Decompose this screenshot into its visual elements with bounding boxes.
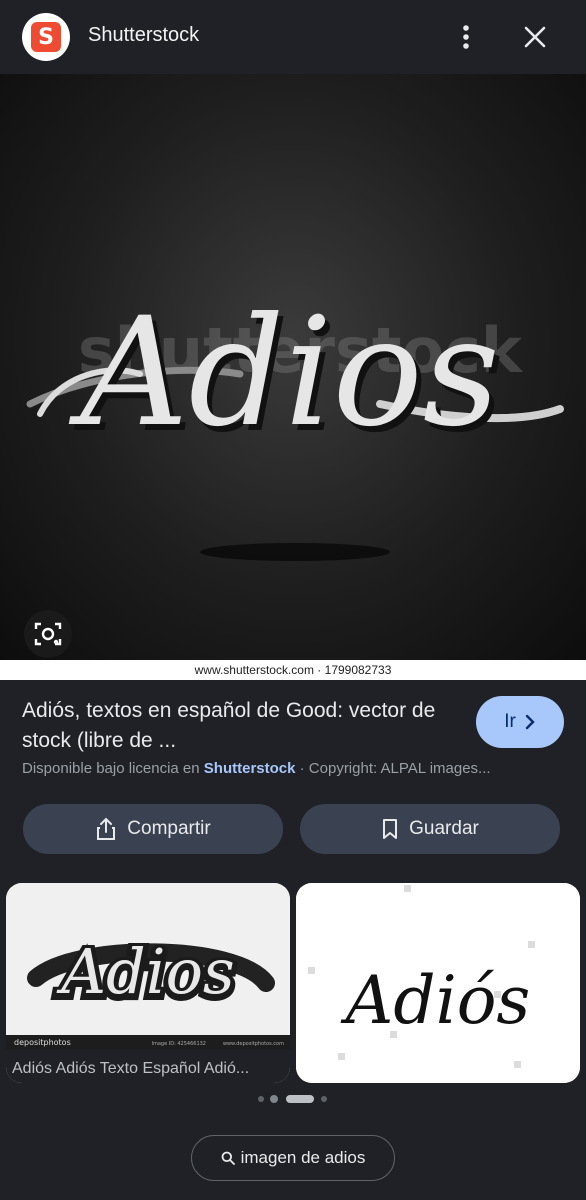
pager-dot (258, 1096, 264, 1102)
related-search-button[interactable]: imagen de adios (191, 1135, 395, 1181)
close-icon[interactable] (518, 20, 552, 54)
related-card-caption[interactable]: Adiós Adiós Texto Español Adió... (12, 1060, 286, 1078)
shutterstock-logo-icon: S (31, 22, 61, 52)
save-label: Guardar (409, 818, 479, 839)
pager-dot (270, 1095, 278, 1103)
license-prefix: Disponible bajo licencia en (22, 760, 204, 777)
lens-button[interactable] (24, 610, 72, 658)
related-card[interactable]: Adios Adios depositphotos Image ID: 4254… (6, 883, 290, 1083)
adios-lettering-art: shutterstock Adios Adios (26, 286, 564, 561)
license-line: Disponible bajo licencia en Shutterstock… (22, 760, 567, 777)
license-source-link[interactable]: Shutterstock (204, 760, 296, 777)
main-image[interactable]: shutterstock Adios Adios (0, 74, 586, 660)
go-button[interactable]: Ir (476, 696, 564, 748)
go-label: Ir (504, 711, 516, 732)
depositphotos-url: www.depositphotos.com (223, 1041, 284, 1047)
chevron-right-icon (525, 714, 535, 730)
image-credit-line: www.shutterstock.com · 1799082733 (0, 660, 586, 680)
depositphotos-id: Image ID: 425466132 (152, 1041, 206, 1047)
related-art-text: Adiós (340, 962, 531, 1039)
search-label: imagen de adios (240, 1148, 366, 1167)
more-vert-icon[interactable] (452, 22, 480, 52)
result-title[interactable]: Adiós, textos en español de Good: vector… (22, 696, 442, 756)
related-art-text: Adios (56, 935, 234, 1008)
related-card[interactable]: Adiós (296, 883, 580, 1083)
save-button[interactable]: Guardar (300, 804, 560, 854)
share-icon (97, 817, 116, 840)
site-name[interactable]: Shutterstock (88, 24, 199, 47)
pager-dot-active (286, 1095, 314, 1103)
search-icon (221, 1151, 235, 1165)
license-suffix: · Copyright: ALPAL images... (295, 760, 491, 777)
pager-dot (321, 1096, 327, 1102)
related-image: Adios Adios depositphotos Image ID: 4254… (6, 883, 290, 1083)
site-avatar[interactable]: S (22, 13, 70, 61)
share-button[interactable]: Compartir (23, 804, 283, 854)
related-image: Adiós (296, 883, 580, 1083)
header: S Shutterstock (0, 0, 586, 74)
bookmark-icon (383, 819, 398, 839)
lettering-text: Adios (68, 286, 500, 460)
depositphotos-brand: depositphotos (14, 1038, 71, 1047)
share-label: Compartir (127, 818, 211, 839)
lens-camera-icon (34, 622, 62, 646)
